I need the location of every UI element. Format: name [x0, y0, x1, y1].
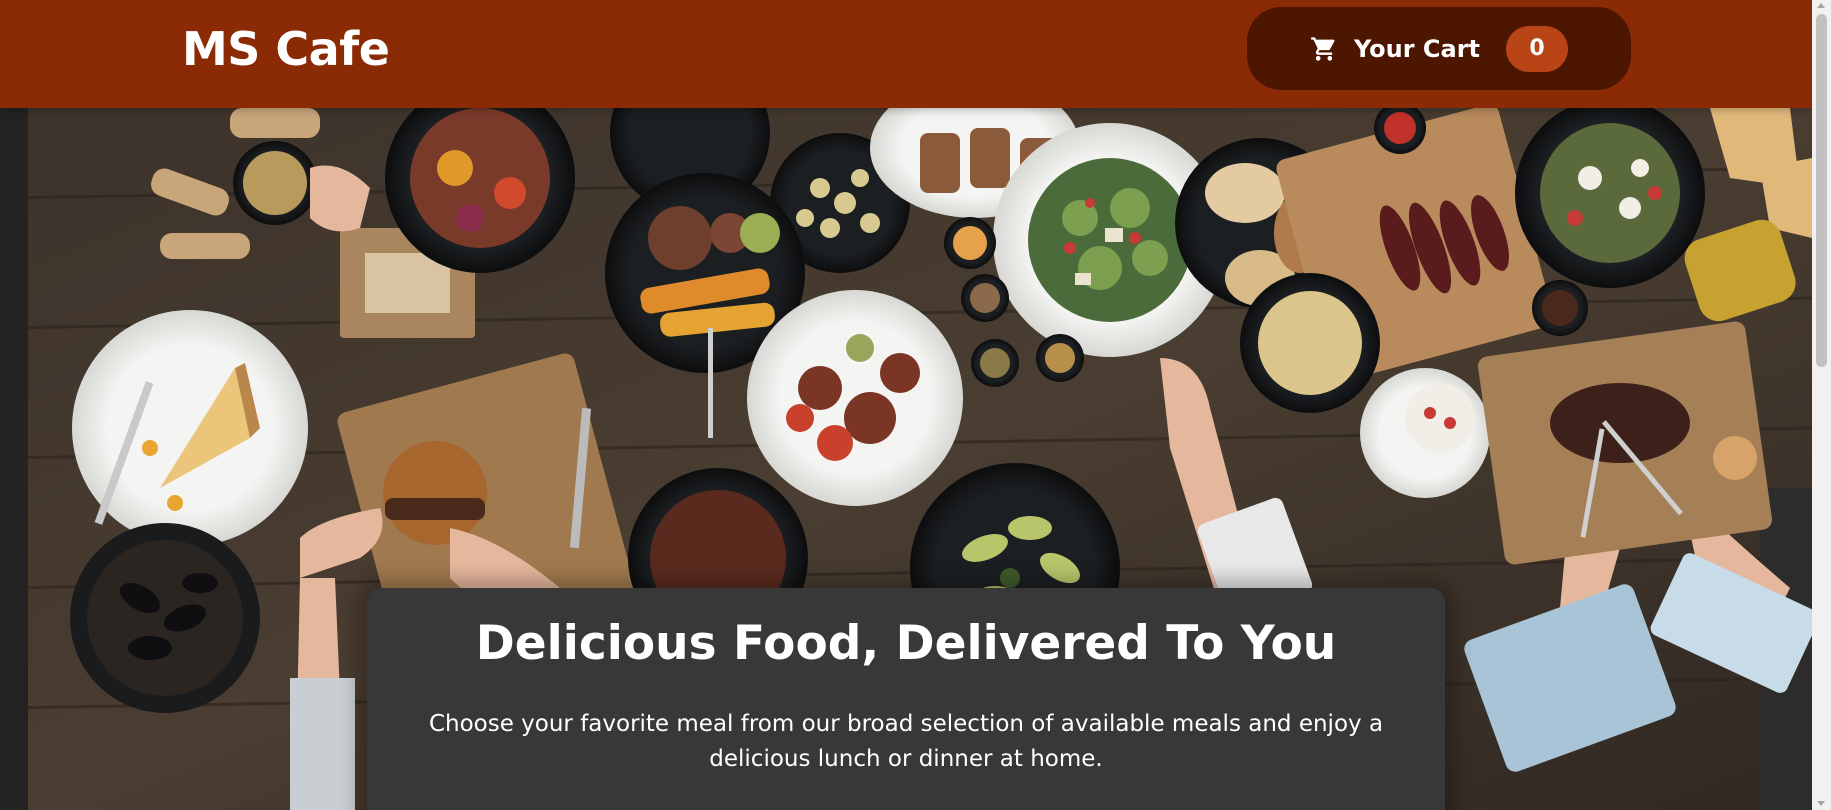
- cart-label: Your Cart: [1353, 34, 1481, 63]
- meals-summary-card: Delicious Food, Delivered To You Choose …: [367, 588, 1445, 810]
- brand-title: MS Cafe: [182, 22, 390, 76]
- summary-title: Delicious Food, Delivered To You: [475, 616, 1337, 671]
- scroll-thumb[interactable]: [1816, 14, 1827, 367]
- cart-icon: [1310, 35, 1338, 63]
- cart-count-badge: 0: [1506, 25, 1569, 72]
- cart-button[interactable]: Your Cart 0: [1247, 7, 1631, 90]
- page: MS Cafe Your Cart 0 Delicious Food, Deli…: [0, 0, 1812, 810]
- scroll-up-arrow-icon[interactable]: [1817, 3, 1825, 8]
- page-scrollbar[interactable]: [1812, 0, 1831, 810]
- scroll-down-arrow-icon[interactable]: [1817, 801, 1825, 806]
- summary-text: Choose your favorite meal from our broad…: [428, 711, 1384, 772]
- site-header: MS Cafe Your Cart 0: [0, 0, 1812, 108]
